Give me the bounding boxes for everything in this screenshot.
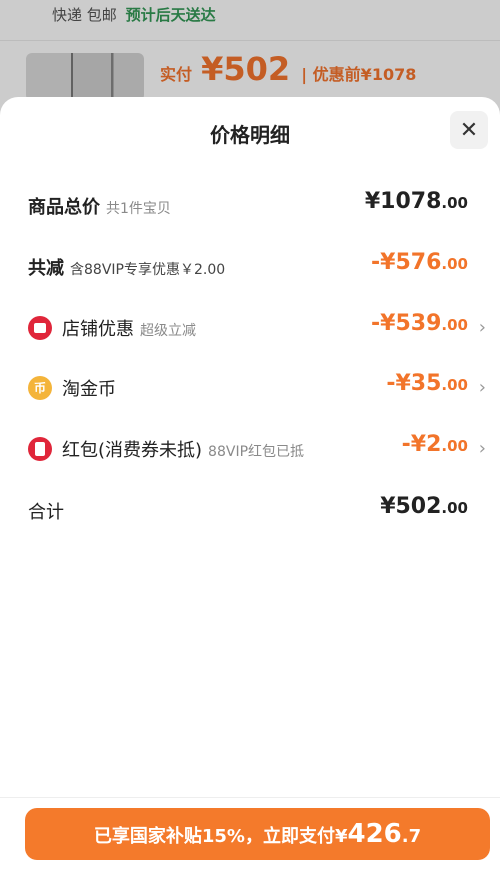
bottom-bar: 已享国家补贴15%，立即支付¥426.7 — [0, 797, 500, 870]
row-red-packet[interactable]: 红包(消费券未抵) 88VIP红包已抵 -¥2.00 › — [0, 430, 500, 466]
shop-coupon-icon — [28, 316, 52, 340]
red-packet-icon — [28, 437, 52, 461]
price-detail-sheet: 价格明细 ✕ 商品总价 共1件宝贝 ¥1078.00 共减 含88VIP专享优惠￥2… — [0, 97, 500, 870]
chevron-right-icon: › — [478, 438, 486, 459]
pay-button-text: 已享国家补贴15%，立即支付 — [93, 826, 335, 847]
reduce-label: 共减 — [28, 258, 64, 279]
row-total-reduce: 共减 含88VIP专享优惠￥2.00 -¥576.00 — [0, 248, 500, 284]
sum-value: ¥502.00 — [380, 494, 468, 519]
red-packet-label: 红包(消费券未抵) — [62, 440, 203, 461]
taojinbi-label: 淘金币 — [62, 379, 116, 400]
pay-amount-decimal: .7 — [401, 826, 422, 847]
pay-amount: 426 — [347, 819, 402, 849]
sheet-title: 价格明细 — [210, 123, 290, 147]
red-packet-sub: 88VIP红包已抵 — [208, 444, 305, 460]
total-price-value: ¥1078.00 — [364, 189, 468, 214]
shop-discount-sub: 超级立减 — [140, 323, 196, 339]
row-sum: 合计 ¥502.00 — [0, 492, 500, 528]
reduce-sub: 含88VIP专享优惠￥2.00 — [70, 262, 226, 278]
chevron-right-icon: › — [478, 377, 486, 398]
reduce-value: -¥576.00 — [371, 250, 468, 275]
close-button[interactable]: ✕ — [450, 111, 488, 149]
row-shop-discount[interactable]: 店铺优惠 超级立减 -¥539.00 › — [0, 309, 500, 345]
coin-icon — [28, 376, 52, 400]
red-packet-value: -¥2.00 — [401, 432, 468, 457]
sum-label: 合计 — [28, 502, 64, 523]
shop-discount-label: 店铺优惠 — [62, 319, 134, 340]
chevron-right-icon: › — [478, 317, 486, 338]
shop-discount-value: -¥539.00 — [371, 311, 468, 336]
total-items-sub: 共1件宝贝 — [106, 201, 171, 217]
row-taojinbi[interactable]: 淘金币 -¥35.00 › — [0, 369, 500, 405]
taojinbi-value: -¥35.00 — [386, 371, 468, 396]
pay-currency: ¥ — [334, 826, 348, 847]
pay-now-button[interactable]: 已享国家补贴15%，立即支付¥426.7 — [25, 808, 490, 860]
row-total-price: 商品总价 共1件宝贝 ¥1078.00 — [0, 187, 500, 223]
close-icon: ✕ — [459, 117, 479, 143]
total-price-label: 商品总价 — [28, 197, 100, 218]
